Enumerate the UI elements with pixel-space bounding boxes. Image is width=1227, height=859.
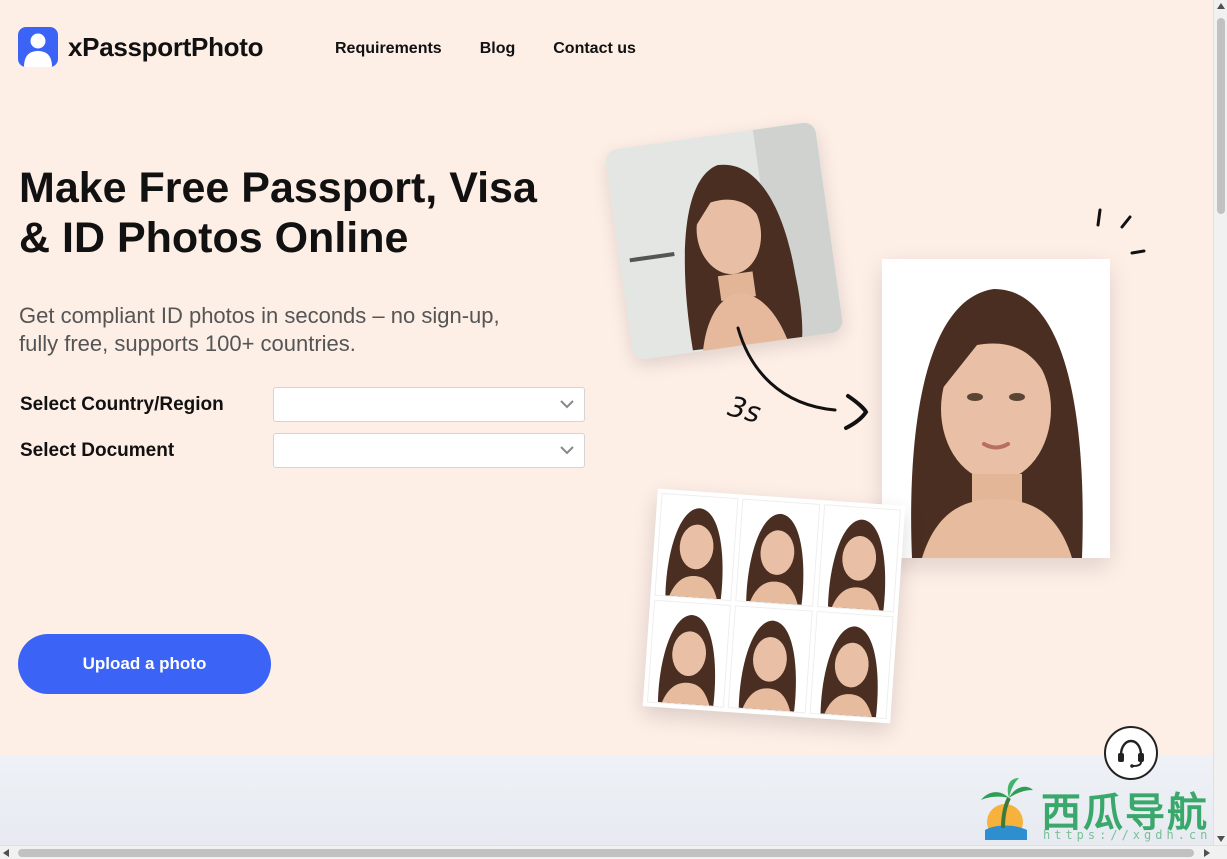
- document-row: Select Document: [20, 433, 585, 468]
- nav-link-requirements[interactable]: Requirements: [335, 40, 442, 58]
- sheet-photo: [809, 610, 894, 720]
- sheet-photo: [728, 605, 813, 714]
- hero-subtitle: Get compliant ID photos in seconds – no …: [19, 302, 579, 358]
- chevron-down-icon: [560, 446, 574, 455]
- sheet-photo: [646, 599, 732, 708]
- scroll-down-icon[interactable]: [1217, 836, 1225, 842]
- time-label: 3s: [725, 390, 765, 430]
- main-nav: Requirements Blog Contact us: [335, 40, 636, 58]
- document-select[interactable]: [273, 433, 585, 468]
- upload-photo-button[interactable]: Upload a photo: [18, 634, 271, 694]
- country-row: Select Country/Region: [20, 387, 585, 422]
- user-logo-icon: [18, 27, 58, 67]
- scroll-up-icon[interactable]: [1217, 3, 1225, 9]
- document-label: Select Document: [20, 439, 175, 461]
- scroll-left-icon[interactable]: [3, 849, 9, 857]
- vertical-scroll-thumb[interactable]: [1217, 18, 1225, 214]
- hero-subtitle-line-2: fully free, supports 100+ countries.: [19, 331, 356, 356]
- scroll-right-icon[interactable]: [1204, 849, 1210, 857]
- customer-support-button[interactable]: [1104, 726, 1158, 780]
- nav-link-contact[interactable]: Contact us: [553, 40, 636, 58]
- site-logo[interactable]: xPassportPhoto: [18, 27, 263, 67]
- headset-icon: [1118, 739, 1144, 768]
- country-label: Select Country/Region: [20, 393, 224, 415]
- nav-link-blog[interactable]: Blog: [480, 40, 516, 58]
- watermark: 西瓜导航 https://xgdh.cn: [975, 778, 1210, 844]
- photo-print-sheet: [642, 488, 906, 724]
- page-viewport: xPassportPhoto Requirements Blog Contact…: [0, 0, 1213, 845]
- sheet-photo: [654, 492, 739, 602]
- brand-name: xPassportPhoto: [68, 31, 264, 62]
- hero-subtitle-line-1: Get compliant ID photos in seconds – no …: [19, 303, 500, 328]
- hero-title: Make Free Passport, Visa & ID Photos Onl…: [19, 163, 579, 263]
- vertical-scrollbar[interactable]: [1213, 0, 1227, 845]
- palm-island-icon: [981, 778, 1033, 840]
- country-select[interactable]: [273, 387, 585, 422]
- sheet-photo: [735, 498, 820, 607]
- hero-title-line-1: Make Free Passport, Visa: [19, 164, 537, 212]
- watermark-url: https://xgdh.cn: [1043, 828, 1212, 842]
- horizontal-scroll-thumb[interactable]: [18, 849, 1194, 857]
- arrow-illustration: 3s: [725, 326, 869, 430]
- horizontal-scrollbar[interactable]: [0, 845, 1227, 859]
- sheet-photo: [816, 504, 902, 613]
- sparkle-marks: [1096, 208, 1146, 255]
- hero-title-line-2: & ID Photos Online: [19, 214, 409, 262]
- passport-photo-result: [882, 259, 1110, 558]
- chevron-down-icon: [560, 400, 574, 409]
